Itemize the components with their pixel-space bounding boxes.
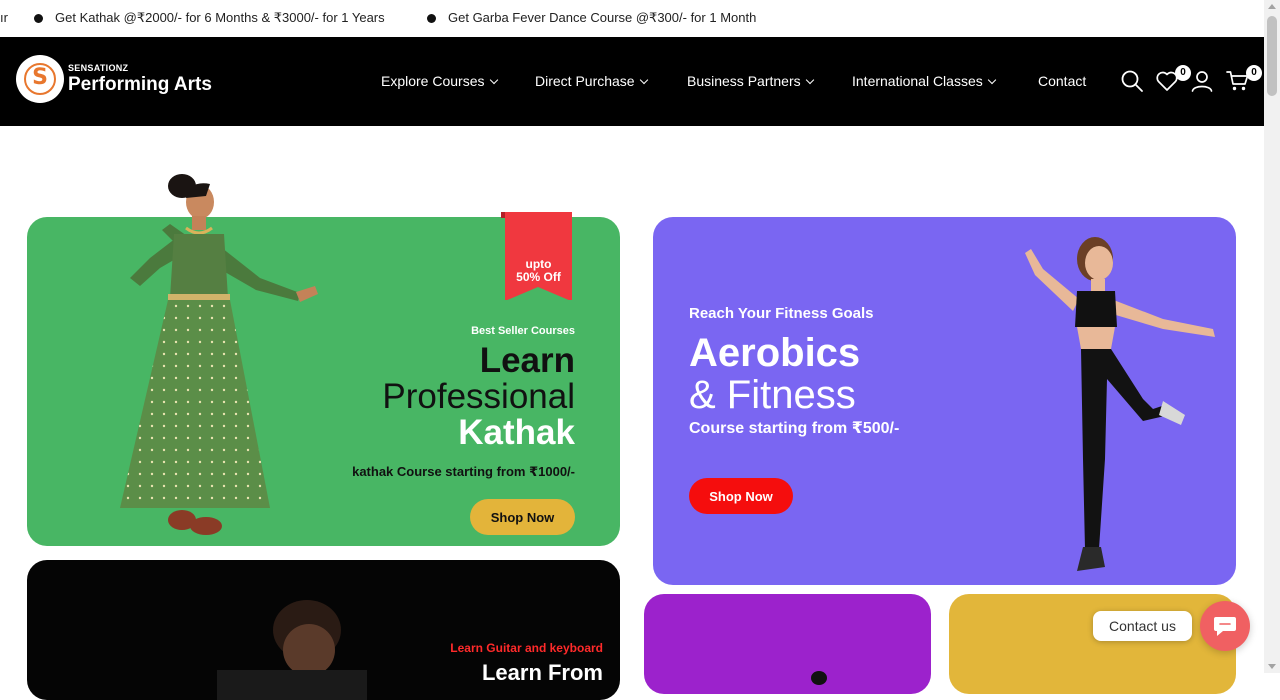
fitness-woman-image — [1025, 237, 1215, 571]
kathak-heading-line2: Professional — [382, 377, 575, 416]
scroll-down-arrow-icon[interactable] — [1268, 664, 1276, 669]
kathak-tagline: Best Seller Courses — [471, 325, 575, 337]
aerobics-shop-now-button[interactable]: Shop Now — [689, 478, 793, 514]
scrollbar-thumb[interactable] — [1267, 16, 1277, 96]
nav-label: Contact — [1038, 73, 1087, 89]
logo-mark-icon: S — [16, 55, 64, 103]
user-icon[interactable] — [1190, 69, 1214, 93]
site-header: S SENSATIONZ Performing Arts Explore Cou… — [0, 37, 1264, 126]
nav-contact[interactable]: Contact — [1038, 73, 1086, 89]
ticker-text: Get Garba Fever Dance Course @₹300/- for… — [448, 10, 757, 25]
announcement-ticker: ır Get Kathak @₹2000/- for 6 Months & ₹3… — [0, 0, 1264, 37]
wishlist-count-badge: 0 — [1175, 65, 1191, 81]
bullet-icon — [34, 13, 43, 23]
bullet-icon — [427, 13, 436, 23]
aerobics-tagline: Reach Your Fitness Goals — [689, 305, 874, 322]
chevron-down-icon — [639, 75, 648, 84]
kathak-heading-line3: Kathak — [458, 413, 575, 452]
search-icon[interactable] — [1120, 69, 1144, 93]
aerobics-heading-line1: Aerobics — [689, 331, 861, 375]
page-scrollbar[interactable] — [1264, 0, 1280, 673]
contact-chat-button[interactable] — [1200, 601, 1250, 651]
kathak-shop-now-button[interactable]: Shop Now — [470, 499, 575, 535]
guitar-banner[interactable]: Learn Guitar and keyboard Learn From — [27, 560, 620, 700]
kathak-subtitle: kathak Course starting from ₹1000/- — [352, 464, 575, 479]
chevron-down-icon — [987, 75, 996, 84]
ribbon-text-line2: 50% Off — [516, 270, 561, 284]
logo-brand-main: Performing Arts — [68, 73, 212, 95]
purple-course-banner[interactable] — [644, 594, 931, 694]
nav-business-partners[interactable]: Business Partners — [687, 73, 814, 89]
logo-brand-top: SENSATIONZ — [68, 62, 129, 73]
kathak-dancer-image — [120, 174, 318, 535]
guitar-student-image — [217, 600, 367, 700]
guitar-heading: Learn From — [481, 660, 603, 685]
ticker-text: Get Kathak @₹2000/- for 6 Months & ₹3000… — [55, 10, 385, 25]
aerobics-heading-line2: & Fitness — [689, 373, 856, 417]
ticker-text: ır — [0, 10, 8, 25]
kathak-heading-line1: Learn — [479, 341, 575, 380]
ticker-item[interactable]: Get Kathak @₹2000/- for 6 Months & ₹3000… — [34, 10, 385, 26]
chevron-down-icon — [489, 75, 498, 84]
guitar-tagline: Learn Guitar and keyboard — [450, 641, 603, 655]
nav-label: Business Partners — [687, 73, 801, 89]
aerobics-subtitle: Course starting from ₹500/- — [689, 420, 900, 437]
aerobics-banner[interactable]: Reach Your Fitness Goals Aerobics & Fitn… — [653, 217, 1236, 585]
nav-international-classes[interactable]: International Classes — [852, 73, 996, 89]
chevron-down-icon — [805, 75, 814, 84]
contact-us-label[interactable]: Contact us — [1093, 611, 1192, 641]
nav-direct-purchase[interactable]: Direct Purchase — [535, 73, 648, 89]
banner-figure-image — [811, 671, 827, 685]
site-logo[interactable]: S SENSATIONZ Performing Arts — [16, 55, 212, 103]
yellow-course-banner[interactable] — [949, 594, 1236, 694]
discount-ribbon: upto 50% Off — [501, 212, 572, 301]
ticker-item[interactable]: Get Garba Fever Dance Course @₹300/- for… — [427, 10, 756, 26]
chat-bubble-icon — [1214, 617, 1236, 636]
nav-explore-courses[interactable]: Explore Courses — [381, 73, 498, 89]
nav-label: International Classes — [852, 73, 983, 89]
nav-label: Direct Purchase — [535, 73, 635, 89]
scroll-up-arrow-icon[interactable] — [1268, 4, 1276, 9]
ticker-item: ır — [0, 10, 8, 25]
cart-count-badge: 0 — [1246, 65, 1262, 81]
nav-label: Explore Courses — [381, 73, 485, 89]
